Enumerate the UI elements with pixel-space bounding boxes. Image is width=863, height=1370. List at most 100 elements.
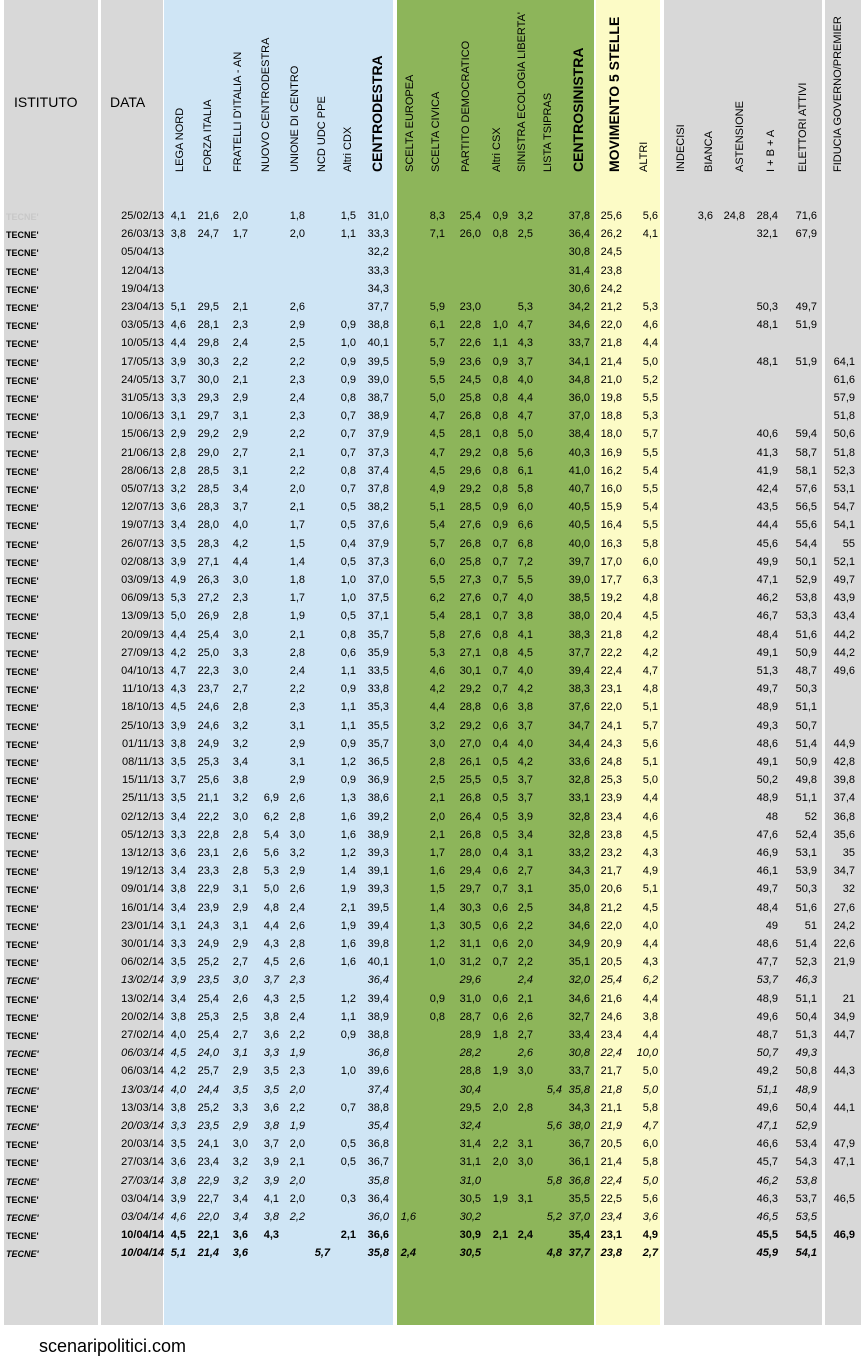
date-cell: 03/04/14 xyxy=(121,1192,164,1205)
istituto-cell: TECNE' xyxy=(6,776,39,787)
istituto-cell: TECNE' xyxy=(6,557,39,568)
value-cell: 51,8 xyxy=(833,446,855,459)
value-cell: 51,8 xyxy=(833,410,855,423)
value-cell: 35,5 xyxy=(367,719,389,732)
value-cell: 0,7 xyxy=(340,1101,356,1114)
date-cell: 12/04/13 xyxy=(121,264,164,277)
value-cell: 5,7 xyxy=(429,537,445,550)
value-cell: 3,5 xyxy=(170,792,186,805)
table-row: TECNE' 24/05/13 3,7 30,0 2,1 2,3 0,9 39,0 5,5 24,… xyxy=(0,372,863,390)
value-cell: 4,5 xyxy=(429,464,445,477)
value-cell: 47,1 xyxy=(756,574,778,586)
value-cell: 25,4 xyxy=(600,974,622,987)
value-cell: 2,8 xyxy=(170,446,186,459)
value-cell: 48,9 xyxy=(756,792,778,805)
value-cell: 3,6 xyxy=(232,1247,248,1260)
value-cell: 2,7 xyxy=(642,1247,658,1260)
value-cell: 3,9 xyxy=(263,1156,279,1169)
value-cell: 26,9 xyxy=(197,610,219,623)
date-cell: 06/03/14 xyxy=(121,1065,164,1078)
value-cell: 37,0 xyxy=(568,410,590,423)
table-row: TECNE' 08/11/13 3,5 25,3 3,4 3,1 1,2 36,5 2,8 26,… xyxy=(0,754,863,772)
value-cell: 2,7 xyxy=(517,1029,533,1041)
value-cell: 27,6 xyxy=(833,901,855,914)
value-cell: 2,6 xyxy=(289,883,305,896)
value-cell: 0,6 xyxy=(492,901,508,914)
value-cell: 4,7 xyxy=(517,410,533,423)
value-cell: 22,7 xyxy=(197,1192,219,1205)
table-row: TECNE' 25/02/13 4,1 21,6 2,0 1,8 1,5 31,0 8,3 25,… xyxy=(0,208,863,226)
value-cell: 1,1 xyxy=(340,719,356,732)
value-cell: 23,1 xyxy=(197,847,219,859)
value-cell: 22,6 xyxy=(459,337,481,350)
value-cell: 3,3 xyxy=(170,938,186,950)
value-cell: 1,5 xyxy=(340,210,356,222)
value-cell: 29,3 xyxy=(197,392,219,404)
value-cell: 4,5 xyxy=(642,901,658,914)
value-cell: 1,0 xyxy=(340,592,356,605)
istituto-cell: TECNE' xyxy=(6,667,39,677)
date-cell: 01/11/13 xyxy=(121,737,164,750)
value-cell: 5,4 xyxy=(546,1083,562,1096)
value-cell: 2,9 xyxy=(232,1065,248,1078)
value-cell: 2,9 xyxy=(232,901,248,914)
value-cell: 21 xyxy=(842,992,855,1005)
value-cell: 5,9 xyxy=(429,355,445,368)
value-cell: 2,0 xyxy=(289,483,305,495)
table-row: TECNE' 20/09/13 4,4 25,4 3,0 2,1 0,8 35,7 5,8 27,… xyxy=(0,627,863,645)
value-cell: 3,1 xyxy=(232,919,248,932)
value-cell: 21,8 xyxy=(600,1083,622,1096)
value-cell: 54,1 xyxy=(795,1247,817,1260)
table-row: TECNE' 10/06/13 3,1 29,7 3,1 2,3 0,7 38,9 4,7 26,… xyxy=(0,408,863,426)
value-cell: 37,9 xyxy=(367,537,389,550)
value-cell: 5,0 xyxy=(429,392,445,404)
value-cell: 4,5 xyxy=(170,701,186,714)
value-cell: 3,1 xyxy=(170,919,186,932)
istituto-cell: TECNE' xyxy=(6,339,39,350)
value-cell: 29,5 xyxy=(459,1101,481,1114)
value-cell: 2,0 xyxy=(289,1192,305,1205)
value-cell: 4,5 xyxy=(170,1047,186,1060)
value-cell: 0,7 xyxy=(492,883,508,896)
value-cell: 29,4 xyxy=(459,865,481,878)
value-cell: 52,3 xyxy=(833,464,855,477)
value-cell: 59,4 xyxy=(795,428,817,441)
value-cell: 33,3 xyxy=(367,264,389,277)
value-cell: 5,0 xyxy=(263,883,279,896)
date-cell: 08/11/13 xyxy=(121,756,164,768)
value-cell: 30,5 xyxy=(459,1192,481,1205)
value-cell: 21,9 xyxy=(600,1120,622,1132)
value-cell: 3,3 xyxy=(170,1120,186,1132)
value-cell: 34,9 xyxy=(568,938,590,950)
value-cell: 5,8 xyxy=(642,1101,658,1114)
value-cell: 2,3 xyxy=(232,592,248,605)
value-cell: 4,7 xyxy=(170,665,186,677)
column-header: LEGA NORD xyxy=(174,107,186,172)
value-cell: 47,1 xyxy=(756,1120,778,1132)
value-cell: 3,1 xyxy=(517,1138,533,1151)
value-cell: 3,0 xyxy=(232,628,248,641)
value-cell: 16,3 xyxy=(600,537,622,550)
value-cell: 0,9 xyxy=(429,992,445,1005)
value-cell: 0,9 xyxy=(340,737,356,750)
value-cell: 2,5 xyxy=(289,337,305,350)
value-cell: 3,5 xyxy=(232,1083,248,1096)
value-cell: 4,2 xyxy=(517,756,533,768)
value-cell: 26,8 xyxy=(459,537,481,550)
value-cell: 2,3 xyxy=(289,701,305,714)
value-cell: 3,6 xyxy=(170,501,186,514)
value-cell: 3,2 xyxy=(232,1156,248,1169)
value-cell: 2,4 xyxy=(289,392,305,404)
value-cell: 31,4 xyxy=(459,1138,481,1151)
value-cell: 49 xyxy=(765,919,778,932)
date-cell: 10/05/13 xyxy=(121,337,164,350)
table-row: TECNE' 26/07/13 3,5 28,3 4,2 1,5 0,4 37,9 5,7 26,… xyxy=(0,536,863,554)
value-cell: 54,1 xyxy=(833,519,855,532)
value-cell: 35,0 xyxy=(568,883,590,896)
column-header: BIANCA xyxy=(703,131,715,172)
value-cell: 4,9 xyxy=(170,574,186,586)
value-cell: 4,5 xyxy=(517,646,533,659)
value-cell: 36,9 xyxy=(367,774,389,787)
value-cell: 25,8 xyxy=(459,555,481,568)
value-cell: 38,3 xyxy=(568,683,590,696)
